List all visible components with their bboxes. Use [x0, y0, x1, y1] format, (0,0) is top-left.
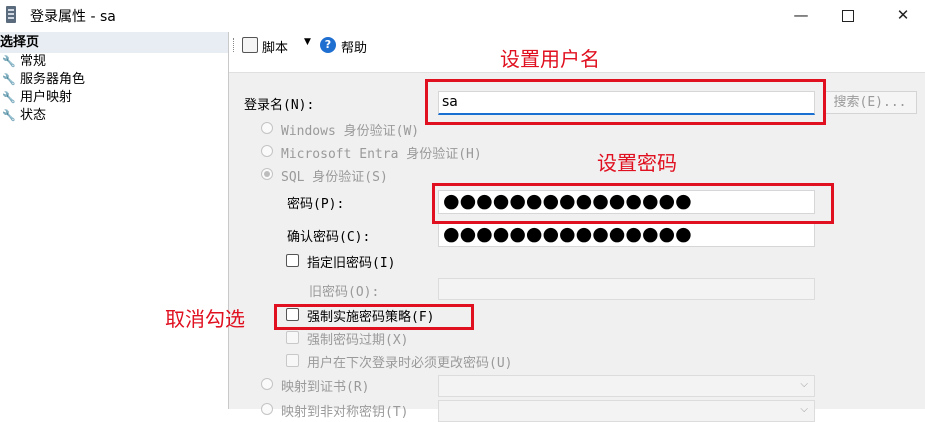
wrench-icon: 🔧	[2, 73, 16, 86]
select-page-pane: 选择页 🔧 常规 🔧 服务器角色 🔧 用户映射 🔧 状态	[0, 32, 229, 409]
entra-auth-radio[interactable]	[261, 145, 273, 157]
specify-old-password-checkbox[interactable]	[286, 254, 299, 267]
must-change-label: 用户在下次登录时必须更改密码(U)	[307, 356, 513, 371]
page-item-general[interactable]: 🔧 常规	[0, 53, 228, 71]
app-icon	[6, 6, 16, 23]
page-item-label: 常规	[20, 54, 47, 69]
minimize-button[interactable]: —	[778, 0, 824, 30]
chevron-down-icon: ⌵	[800, 379, 808, 390]
password-label: 密码(P):	[287, 197, 345, 212]
maximize-button[interactable]	[825, 0, 871, 30]
script-icon[interactable]	[242, 37, 258, 53]
uncheck-annotation: 取消勾选	[165, 307, 245, 331]
set-username-annotation: 设置用户名	[500, 47, 600, 71]
wrench-icon: 🔧	[2, 109, 16, 122]
confirm-password-value: ●●●●●●●●●●●●●●●	[443, 223, 692, 245]
map-certificate-radio[interactable]	[261, 378, 273, 390]
chevron-down-icon: ⌵	[800, 404, 808, 415]
confirm-password-input[interactable]: ●●●●●●●●●●●●●●●	[438, 223, 815, 247]
script-dropdown-icon[interactable]: ▼	[304, 37, 311, 47]
windows-auth-radio[interactable]	[261, 122, 273, 134]
title-bar: 登录属性 - sa — ✕	[0, 0, 925, 30]
help-icon[interactable]: ?	[320, 37, 336, 53]
map-certificate-label: 映射到证书(R)	[281, 380, 370, 395]
close-button[interactable]: ✕	[880, 0, 925, 30]
asym-key-select[interactable]: ⌵	[438, 400, 815, 422]
page-item-label: 服务器角色	[20, 72, 86, 87]
certificate-select[interactable]: ⌵	[438, 375, 815, 397]
toolbar-grip	[233, 38, 236, 52]
search-button[interactable]: 搜索(E)...	[823, 91, 917, 114]
page-item-label: 用户映射	[20, 90, 73, 105]
username-highlight-box	[425, 79, 826, 125]
enforce-policy-highlight-box	[274, 304, 474, 330]
login-name-label: 登录名(N):	[244, 98, 315, 113]
select-page-header: 选择页	[0, 32, 228, 53]
page-item-status[interactable]: 🔧 状态	[0, 107, 228, 125]
old-password-input[interactable]	[438, 278, 815, 300]
set-password-annotation: 设置密码	[597, 151, 677, 175]
wrench-icon: 🔧	[2, 91, 16, 104]
script-button[interactable]: 脚本	[262, 37, 288, 56]
sql-auth-label: SQL 身份验证(S)	[281, 170, 388, 185]
must-change-checkbox[interactable]	[286, 354, 299, 367]
page-item-server-roles[interactable]: 🔧 服务器角色	[0, 71, 228, 89]
page-item-label: 状态	[20, 108, 47, 123]
page-item-user-mapping[interactable]: 🔧 用户映射	[0, 89, 228, 107]
specify-old-password-label: 指定旧密码(I)	[307, 256, 396, 271]
windows-auth-label: Windows 身份验证(W)	[281, 124, 420, 139]
map-asym-key-label: 映射到非对称密钥(T)	[281, 405, 409, 420]
help-button[interactable]: 帮助	[341, 37, 367, 56]
entra-auth-label: Microsoft Entra 身份验证(H)	[281, 147, 482, 162]
enforce-expiration-checkbox[interactable]	[286, 331, 299, 344]
window-title: 登录属性 - sa	[30, 9, 116, 25]
map-asym-key-radio[interactable]	[261, 403, 273, 415]
old-password-label: 旧密码(O):	[309, 285, 380, 300]
enforce-expiration-label: 强制密码过期(X)	[307, 333, 409, 348]
sql-auth-radio[interactable]	[261, 168, 273, 180]
password-highlight-box	[432, 183, 834, 224]
confirm-password-label: 确认密码(C):	[287, 230, 371, 245]
wrench-icon: 🔧	[2, 55, 16, 68]
maximize-icon	[842, 9, 854, 22]
